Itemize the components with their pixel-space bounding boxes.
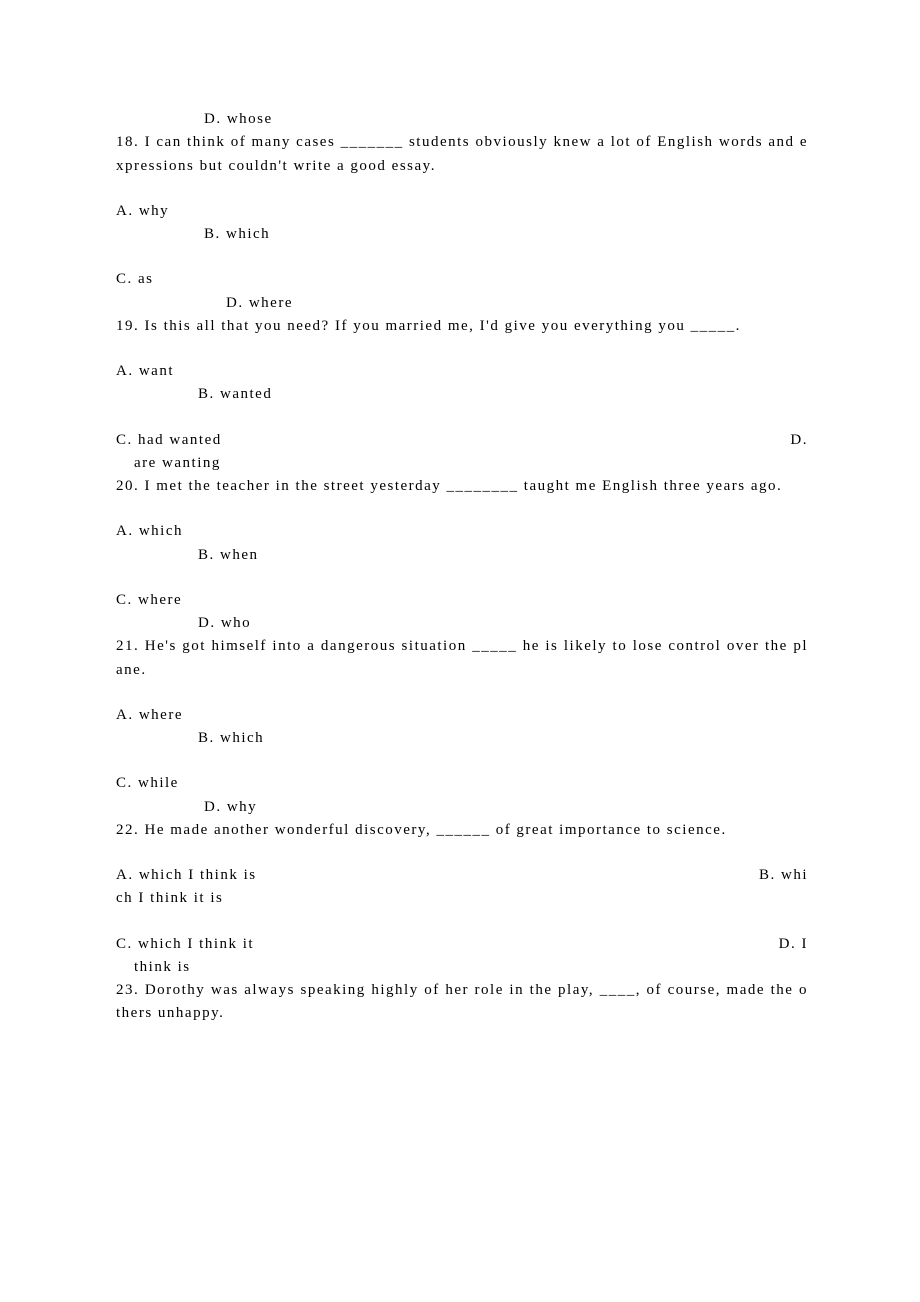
q19-option-c: C. had wanted [116, 432, 222, 448]
q22-option-c-row: C. which I think it D. I [116, 933, 808, 956]
spacer [116, 407, 808, 429]
spacer [116, 750, 808, 772]
spacer [116, 567, 808, 589]
q19-option-d-cont: are wanting [116, 452, 808, 475]
q22-option-c: C. which I think it [116, 936, 254, 952]
spacer [116, 911, 808, 933]
q19-option-a: A. want [116, 360, 808, 383]
q17-option-d: D. whose [116, 108, 808, 131]
q18-stem: 18. I can think of many cases _______ st… [116, 131, 808, 178]
spacer [116, 498, 808, 520]
q19-stem: 19. Is this all that you need? If you ma… [116, 315, 808, 338]
q22-option-b-start: B. whi [759, 864, 808, 887]
q22-option-d-start: D. I [779, 933, 808, 956]
q21-option-c: C. while [116, 772, 808, 795]
spacer [116, 178, 808, 200]
q18-option-a: A. why [116, 200, 808, 223]
q20-option-b: B. when [116, 544, 808, 567]
q18-option-d: D. where [116, 292, 808, 315]
q20-option-a: A. which [116, 520, 808, 543]
q23-stem: 23. Dorothy was always speaking highly o… [116, 979, 808, 1026]
q22-stem: 22. He made another wonderful discovery,… [116, 819, 808, 842]
q20-option-c: C. where [116, 589, 808, 612]
q18-option-c: C. as [116, 268, 808, 291]
spacer [116, 682, 808, 704]
spacer [116, 246, 808, 268]
q18-option-b: B. which [116, 223, 808, 246]
q19-option-b: B. wanted [116, 383, 808, 406]
q21-option-d: D. why [116, 796, 808, 819]
q22-option-d-cont: think is [116, 956, 808, 979]
q21-option-b: B. which [116, 727, 808, 750]
q19-option-d-start: D. [790, 429, 808, 452]
q22-option-a: A. which I think is [116, 867, 257, 883]
q19-option-c-row: C. had wanted D. [116, 429, 808, 452]
q22-option-a-row: A. which I think is B. whi [116, 864, 808, 887]
q21-option-a: A. where [116, 704, 808, 727]
q22-option-b-cont: ch I think it is [116, 887, 808, 910]
q21-stem: 21. He's got himself into a dangerous si… [116, 635, 808, 682]
spacer [116, 842, 808, 864]
q20-option-d: D. who [116, 612, 808, 635]
q20-stem: 20. I met the teacher in the street yest… [116, 475, 808, 498]
spacer [116, 338, 808, 360]
